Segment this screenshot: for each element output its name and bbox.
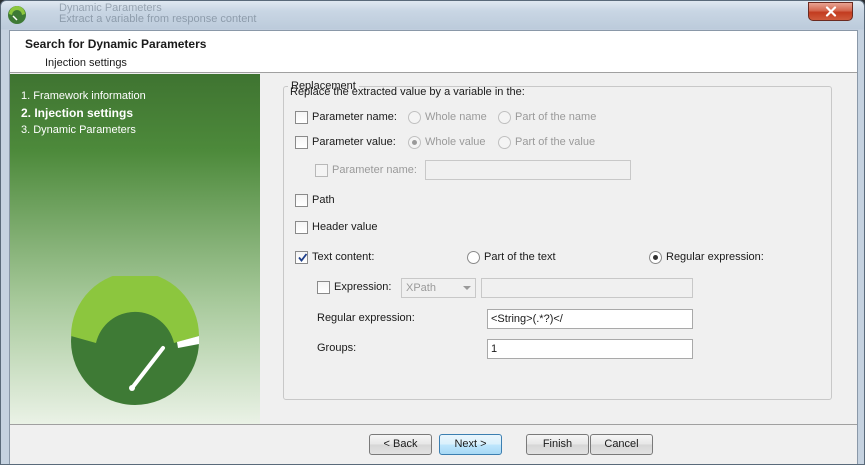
wizard-sidebar: 1. Framework information 2. Injection se… xyxy=(10,74,260,424)
header-value-label: Header value xyxy=(312,221,378,233)
part-of-name-label: Part of the name xyxy=(515,111,597,123)
radio-dot xyxy=(653,255,658,260)
regular-expression-field-label: Regular expression: xyxy=(317,312,415,324)
groups-input[interactable]: 1 xyxy=(487,339,693,359)
window-title-line2: Extract a variable from response content xyxy=(59,13,257,25)
whole-value-radio[interactable] xyxy=(408,136,421,149)
sub-parameter-name-input[interactable] xyxy=(425,160,631,180)
path-checkbox[interactable] xyxy=(295,194,308,207)
part-of-text-label: Part of the text xyxy=(484,251,556,263)
replacement-intro: Replace the extracted value by a variabl… xyxy=(290,86,525,98)
steps-list: 1. Framework information 2. Injection se… xyxy=(21,88,146,139)
title-bar: Dynamic Parameters Extract a variable fr… xyxy=(1,1,864,30)
parameter-name-checkbox[interactable] xyxy=(295,111,308,124)
regular-expression-radio[interactable] xyxy=(649,251,662,264)
expression-type-value: XPath xyxy=(406,282,436,294)
whole-name-radio[interactable] xyxy=(408,111,421,124)
window-close-button[interactable] xyxy=(808,2,853,21)
wizard-window: Dynamic Parameters Extract a variable fr… xyxy=(0,0,865,465)
wizard-footer: < Back Next > Finish Cancel xyxy=(10,424,857,464)
sub-parameter-name-label: Parameter name: xyxy=(332,164,417,176)
text-content-label: Text content: xyxy=(312,251,375,263)
radio-dot xyxy=(412,140,417,145)
close-icon xyxy=(825,6,836,17)
part-of-text-radio[interactable] xyxy=(467,251,480,264)
wizard-content: Replacement Replace the extracted value … xyxy=(260,74,857,424)
page-subtitle: Injection settings xyxy=(45,57,127,69)
expression-type-select[interactable]: XPath xyxy=(401,278,476,298)
window-title: Dynamic Parameters Extract a variable fr… xyxy=(59,3,309,25)
path-label: Path xyxy=(312,194,335,206)
checkmark-icon xyxy=(298,253,308,262)
parameter-name-label: Parameter name: xyxy=(312,111,397,123)
parameter-value-label: Parameter value: xyxy=(312,136,396,148)
finish-button[interactable]: Finish xyxy=(526,434,589,455)
page-title: Search for Dynamic Parameters xyxy=(25,37,207,51)
expression-label: Expression: xyxy=(334,281,392,293)
parameter-value-checkbox[interactable] xyxy=(295,136,308,149)
expression-input[interactable] xyxy=(481,278,693,298)
wizard-client-area: Search for Dynamic Parameters Injection … xyxy=(9,30,858,464)
regular-expression-radio-label: Regular expression: xyxy=(666,251,764,263)
step-injection-settings: 2. Injection settings xyxy=(21,106,134,120)
app-logo-icon xyxy=(8,6,26,24)
whole-name-label: Whole name xyxy=(425,111,487,123)
regular-expression-input[interactable]: <String>(.*?)</ xyxy=(487,309,693,329)
chevron-down-icon xyxy=(463,286,471,290)
whole-value-label: Whole value xyxy=(425,136,486,148)
part-of-value-label: Part of the value xyxy=(515,136,596,148)
neoload-gauge-logo-icon xyxy=(71,276,199,405)
part-of-value-radio[interactable] xyxy=(498,136,511,149)
expression-checkbox[interactable] xyxy=(317,281,330,294)
step-framework-information: 1. Framework information xyxy=(21,90,146,102)
part-of-name-radio[interactable] xyxy=(498,111,511,124)
sub-parameter-name-checkbox[interactable] xyxy=(315,164,328,177)
step-dynamic-parameters: 3. Dynamic Parameters xyxy=(21,124,136,136)
groups-label: Groups: xyxy=(317,342,357,354)
cancel-button[interactable]: Cancel xyxy=(590,434,653,455)
next-button[interactable]: Next > xyxy=(439,434,502,455)
text-content-checkbox[interactable] xyxy=(295,251,308,264)
back-button[interactable]: < Back xyxy=(369,434,432,455)
header-value-checkbox[interactable] xyxy=(295,221,308,234)
wizard-header: Search for Dynamic Parameters Injection … xyxy=(10,31,857,73)
